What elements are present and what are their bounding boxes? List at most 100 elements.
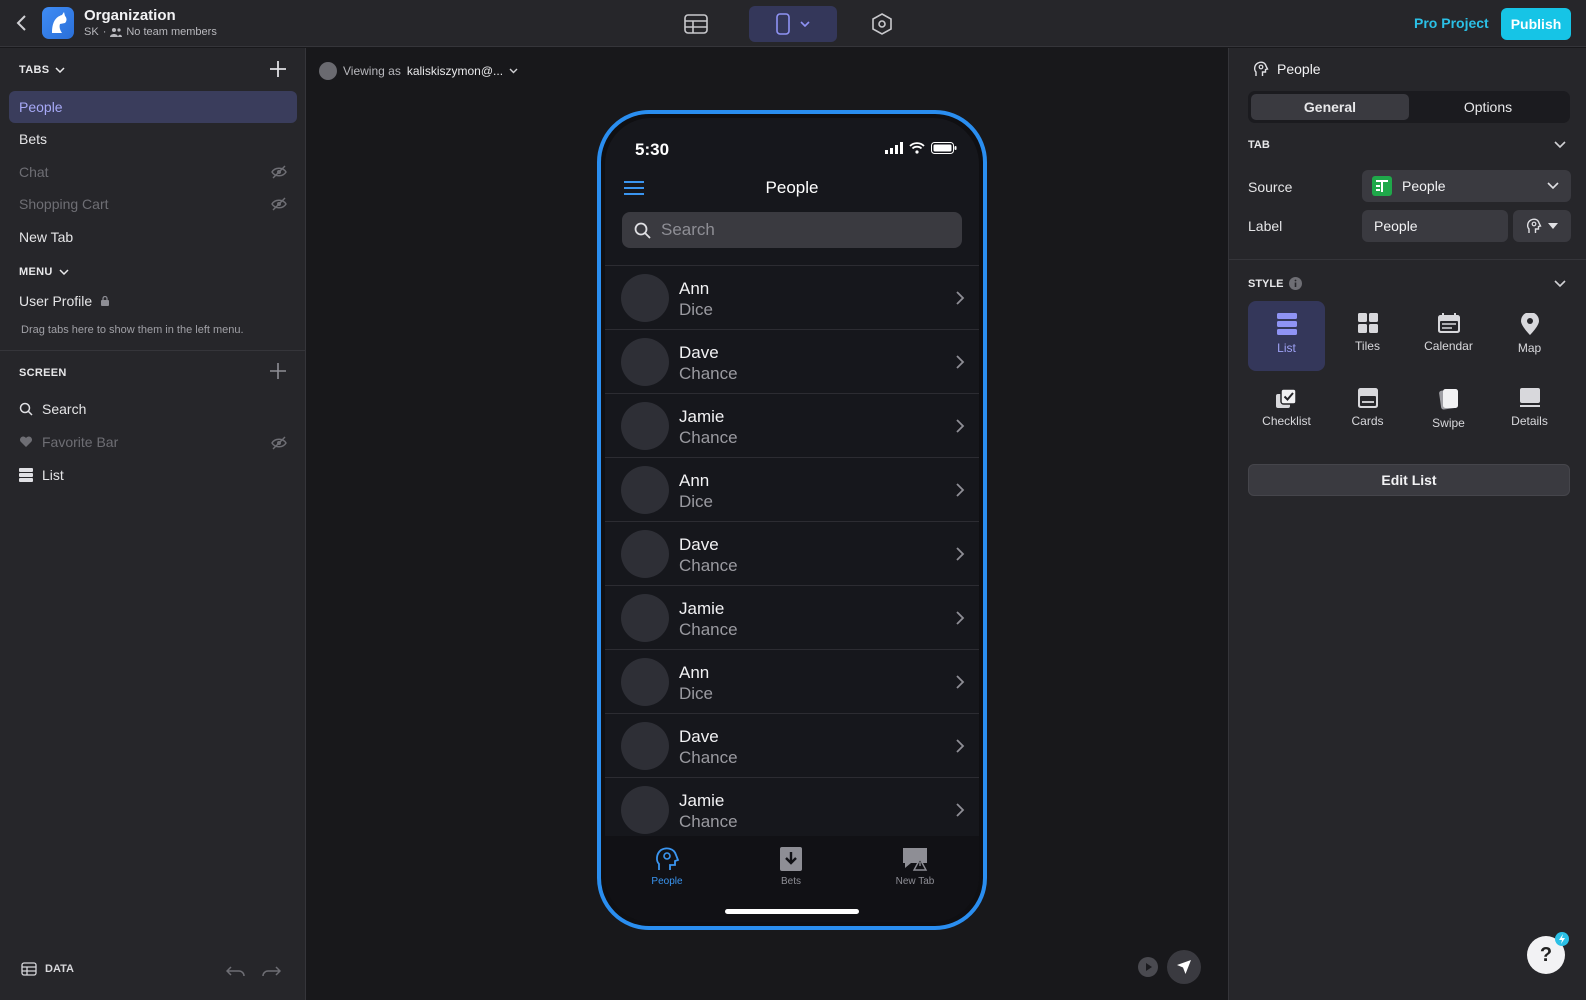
style-section-heading: STYLE: [1248, 277, 1303, 290]
tab-options[interactable]: Options: [1409, 94, 1567, 120]
org-subtitle: SK · No team members: [84, 26, 217, 38]
label-input[interactable]: People: [1362, 210, 1508, 242]
style-tiles[interactable]: Tiles: [1329, 301, 1406, 371]
head-gear-icon: [1526, 218, 1542, 233]
style-heading-label: STYLE: [1248, 277, 1284, 290]
list-item[interactable]: Jamie Chance: [605, 585, 979, 649]
phone-search-bar[interactable]: Search: [622, 212, 962, 248]
cards-icon: [1357, 388, 1378, 408]
list-item[interactable]: Dave Chance: [605, 713, 979, 777]
tab-chat[interactable]: Chat: [9, 156, 297, 188]
app-logo[interactable]: [42, 7, 74, 39]
screen-item-label: Favorite Bar: [42, 434, 119, 450]
cursor-arrow-icon: [1177, 960, 1191, 974]
edit-list-button[interactable]: Edit List: [1248, 464, 1570, 496]
chevron-right-icon: [956, 675, 965, 689]
tab-general[interactable]: General: [1251, 94, 1409, 120]
left-sidebar: TABS People Bets Chat Shopping Cart New …: [0, 48, 306, 1000]
download-box-icon: [780, 847, 802, 871]
data-label: DATA: [45, 963, 74, 975]
style-list[interactable]: List: [1248, 301, 1325, 371]
style-checklist[interactable]: Checklist: [1248, 376, 1325, 446]
redo-icon[interactable]: [261, 964, 281, 978]
list-item-title: Jamie: [679, 407, 725, 426]
screen-item-search[interactable]: Search: [19, 401, 86, 417]
pointer-tool-button[interactable]: [1167, 950, 1201, 984]
phone-tab-people[interactable]: People: [627, 846, 707, 887]
general-options-toggle: General Options: [1248, 91, 1570, 123]
phone-tab-new-tab[interactable]: New Tab: [875, 846, 955, 887]
separator-dot: ·: [102, 26, 107, 38]
style-label: Cards: [1351, 414, 1384, 428]
menu-heading[interactable]: MENU: [19, 266, 69, 278]
menu-item-user-profile[interactable]: User Profile: [19, 293, 110, 309]
details-icon: [1519, 388, 1540, 407]
tab-label: People: [19, 99, 63, 115]
chevron-down-icon[interactable]: [1554, 141, 1566, 149]
right-properties-panel: People General Options TAB Source People…: [1228, 48, 1586, 1000]
chevron-right-icon: [956, 739, 965, 753]
list-item-subtitle: Chance: [679, 428, 738, 447]
info-icon[interactable]: [1289, 277, 1303, 290]
style-cards[interactable]: Cards: [1329, 376, 1406, 446]
chat-warning-icon: [903, 848, 928, 871]
layout-mode-button[interactable]: [749, 6, 837, 42]
tab-new-tab[interactable]: New Tab: [9, 221, 297, 253]
eye-hidden-icon[interactable]: [271, 436, 287, 450]
calendar-icon: [1437, 313, 1460, 333]
org-title[interactable]: Organization: [84, 7, 176, 24]
play-preview-button[interactable]: [1138, 957, 1158, 977]
list-item-title: Ann: [679, 663, 710, 682]
signal-icon: [885, 142, 903, 154]
viewer-email: kaliskiszymon@...: [406, 64, 504, 78]
add-tab-plus-icon[interactable]: [269, 60, 287, 78]
status-icons: [885, 142, 957, 154]
chevron-down-icon[interactable]: [1554, 280, 1566, 288]
list-item[interactable]: Ann Dice: [605, 265, 979, 329]
list-item-title: Jamie: [679, 791, 725, 810]
pro-project-link[interactable]: Pro Project: [1414, 15, 1489, 31]
style-map[interactable]: Map: [1491, 301, 1568, 371]
phone-tab-label: People: [651, 876, 683, 887]
heart-icon: [19, 436, 33, 447]
style-calendar[interactable]: Calendar: [1410, 301, 1487, 371]
settings-mode-button[interactable]: [862, 6, 902, 42]
caret-down-icon: [1548, 223, 1558, 229]
screen-item-favorite-bar[interactable]: Favorite Bar: [19, 434, 287, 450]
data-button[interactable]: DATA: [21, 962, 74, 976]
phone-tab-bets[interactable]: Bets: [751, 846, 831, 887]
tab-bets[interactable]: Bets: [9, 123, 297, 155]
add-component-plus-icon[interactable]: [269, 362, 287, 380]
tab-shopping-cart[interactable]: Shopping Cart: [9, 188, 297, 220]
publish-button[interactable]: Publish: [1501, 8, 1571, 40]
phone-screen-title: People: [765, 178, 819, 197]
list-item[interactable]: Dave Chance: [605, 329, 979, 393]
tabs-heading[interactable]: TABS: [19, 64, 65, 76]
source-select[interactable]: People: [1362, 170, 1571, 202]
panel-title-label: People: [1277, 61, 1321, 77]
phone-icon: [776, 13, 790, 35]
list-item-title: Jamie: [679, 599, 725, 618]
eye-hidden-icon[interactable]: [271, 197, 287, 211]
tab-icon-picker[interactable]: [1513, 210, 1571, 242]
list-item[interactable]: Jamie Chance: [605, 777, 979, 841]
undo-icon[interactable]: [226, 964, 246, 978]
data-editor-mode-button[interactable]: [676, 6, 716, 42]
tab-people[interactable]: People: [9, 91, 297, 123]
list-item-subtitle: Dice: [679, 684, 714, 703]
help-badge: [1555, 932, 1569, 946]
style-details[interactable]: Details: [1491, 376, 1568, 446]
style-swipe[interactable]: Swipe: [1410, 376, 1487, 446]
list-item[interactable]: Ann Dice: [605, 457, 979, 521]
phone-screen: 5:30 People Search Ann Dice Dave Chance Ja…: [605, 118, 979, 922]
list-item[interactable]: Ann Dice: [605, 649, 979, 713]
avatar: [621, 466, 669, 514]
eye-hidden-icon[interactable]: [271, 165, 287, 179]
viewing-as-selector[interactable]: Viewing as kaliskiszymon@...: [319, 62, 518, 80]
back-arrow-icon[interactable]: [12, 13, 32, 33]
list-item[interactable]: Jamie Chance: [605, 393, 979, 457]
screen-item-list[interactable]: List: [19, 467, 64, 483]
map-pin-icon: [1520, 313, 1539, 335]
preview-canvas: Viewing as kaliskiszymon@... 5:30 People…: [307, 48, 1227, 1000]
list-item[interactable]: Dave Chance: [605, 521, 979, 585]
